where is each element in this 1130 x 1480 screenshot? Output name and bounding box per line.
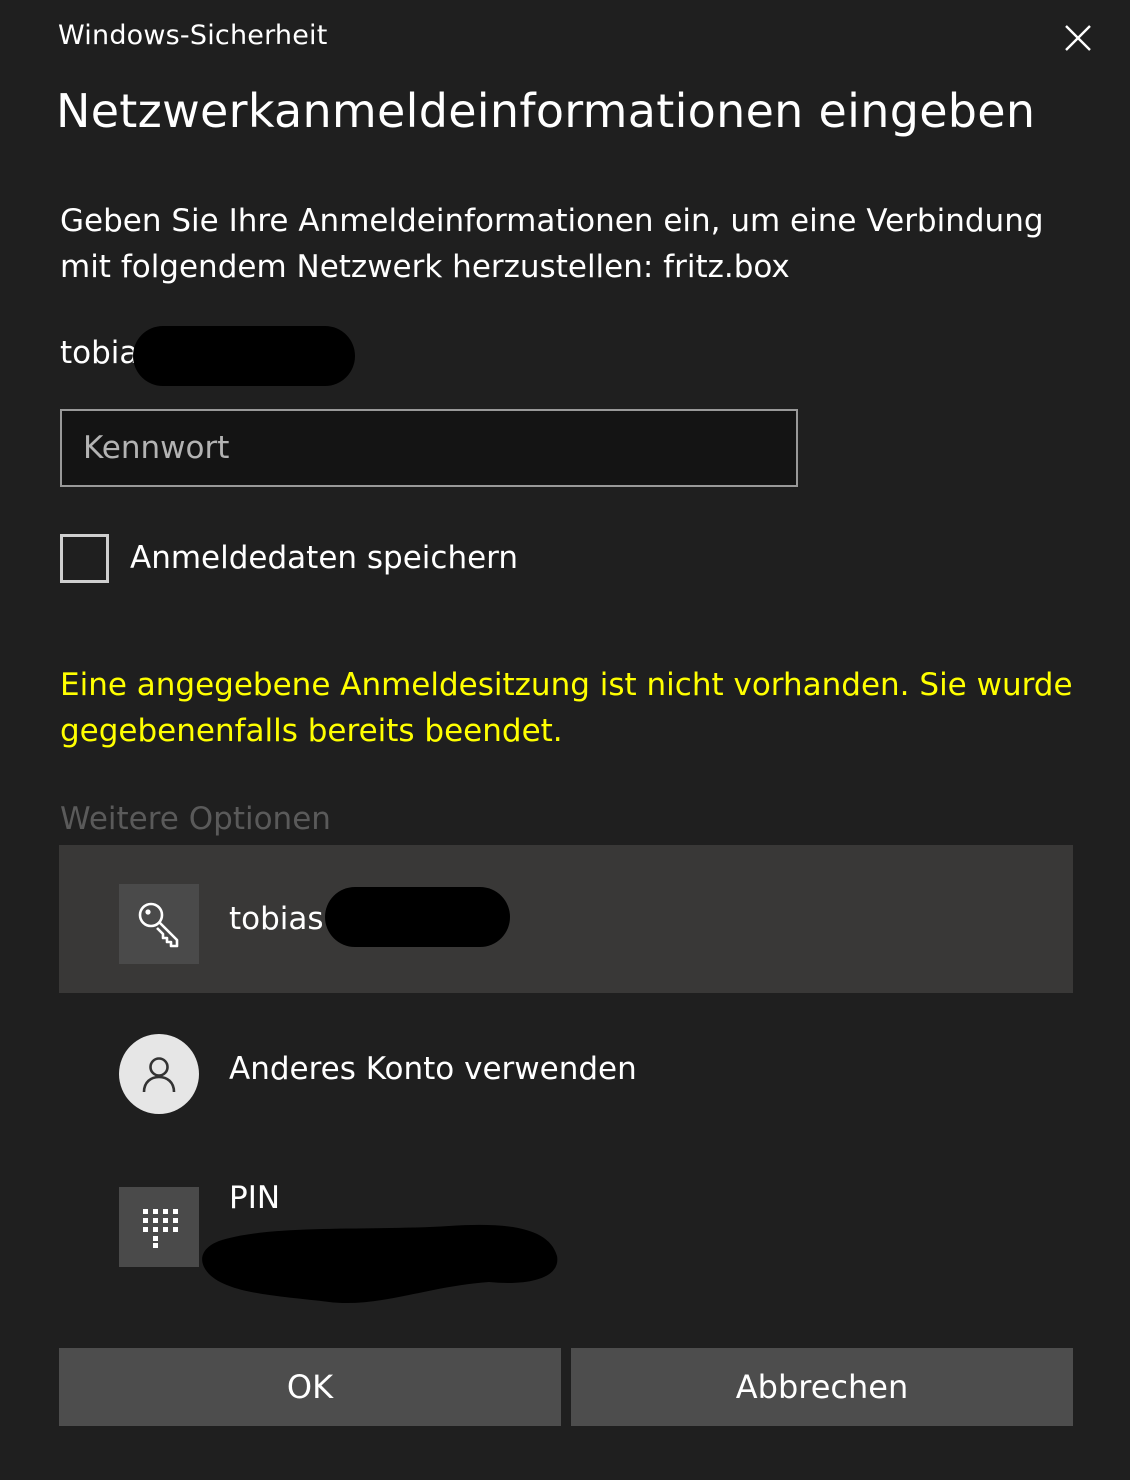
dialog-heading: Netzwerkanmeldeinformationen eingeben bbox=[56, 84, 1036, 138]
window-title: Windows-Sicherheit bbox=[58, 20, 328, 51]
credential-dialog: Windows-Sicherheit Netzwerkanmeldeinform… bbox=[0, 0, 1130, 1480]
dialog-description: Geben Sie Ihre Anmeldeinformationen ein,… bbox=[60, 203, 1044, 285]
remember-credentials-label: Anmeldedaten speichern bbox=[130, 540, 519, 576]
remember-credentials-checkbox[interactable]: Anmeldedaten speichern bbox=[60, 533, 518, 583]
user-icon bbox=[119, 1034, 199, 1114]
option-other-account-label: Anderes Konto verwenden bbox=[229, 1051, 637, 1087]
checkbox-box[interactable] bbox=[60, 533, 109, 583]
redaction-mark bbox=[202, 1224, 558, 1304]
username-label: tobia bbox=[60, 335, 139, 371]
option-saved-credential-label: tobias bbox=[229, 901, 324, 937]
pin-keypad-icon bbox=[119, 1187, 199, 1267]
option-pin[interactable]: PIN bbox=[59, 1148, 1073, 1304]
redaction-mark bbox=[325, 887, 510, 947]
close-button[interactable] bbox=[1056, 16, 1100, 60]
option-pin-label: PIN bbox=[229, 1180, 281, 1216]
ok-button[interactable]: OK bbox=[59, 1348, 561, 1426]
more-options-heading: Weitere Optionen bbox=[60, 801, 331, 837]
cancel-button[interactable]: Abbrechen bbox=[571, 1348, 1073, 1426]
redaction-mark bbox=[133, 326, 355, 386]
error-message: Eine angegebene Anmeldesitzung ist nicht… bbox=[60, 667, 1073, 749]
option-saved-credential[interactable]: tobias bbox=[59, 845, 1073, 993]
password-field[interactable] bbox=[60, 409, 798, 487]
option-other-account[interactable]: Anderes Konto verwenden bbox=[59, 998, 1073, 1146]
close-icon bbox=[1065, 25, 1091, 51]
key-icon bbox=[119, 884, 199, 964]
